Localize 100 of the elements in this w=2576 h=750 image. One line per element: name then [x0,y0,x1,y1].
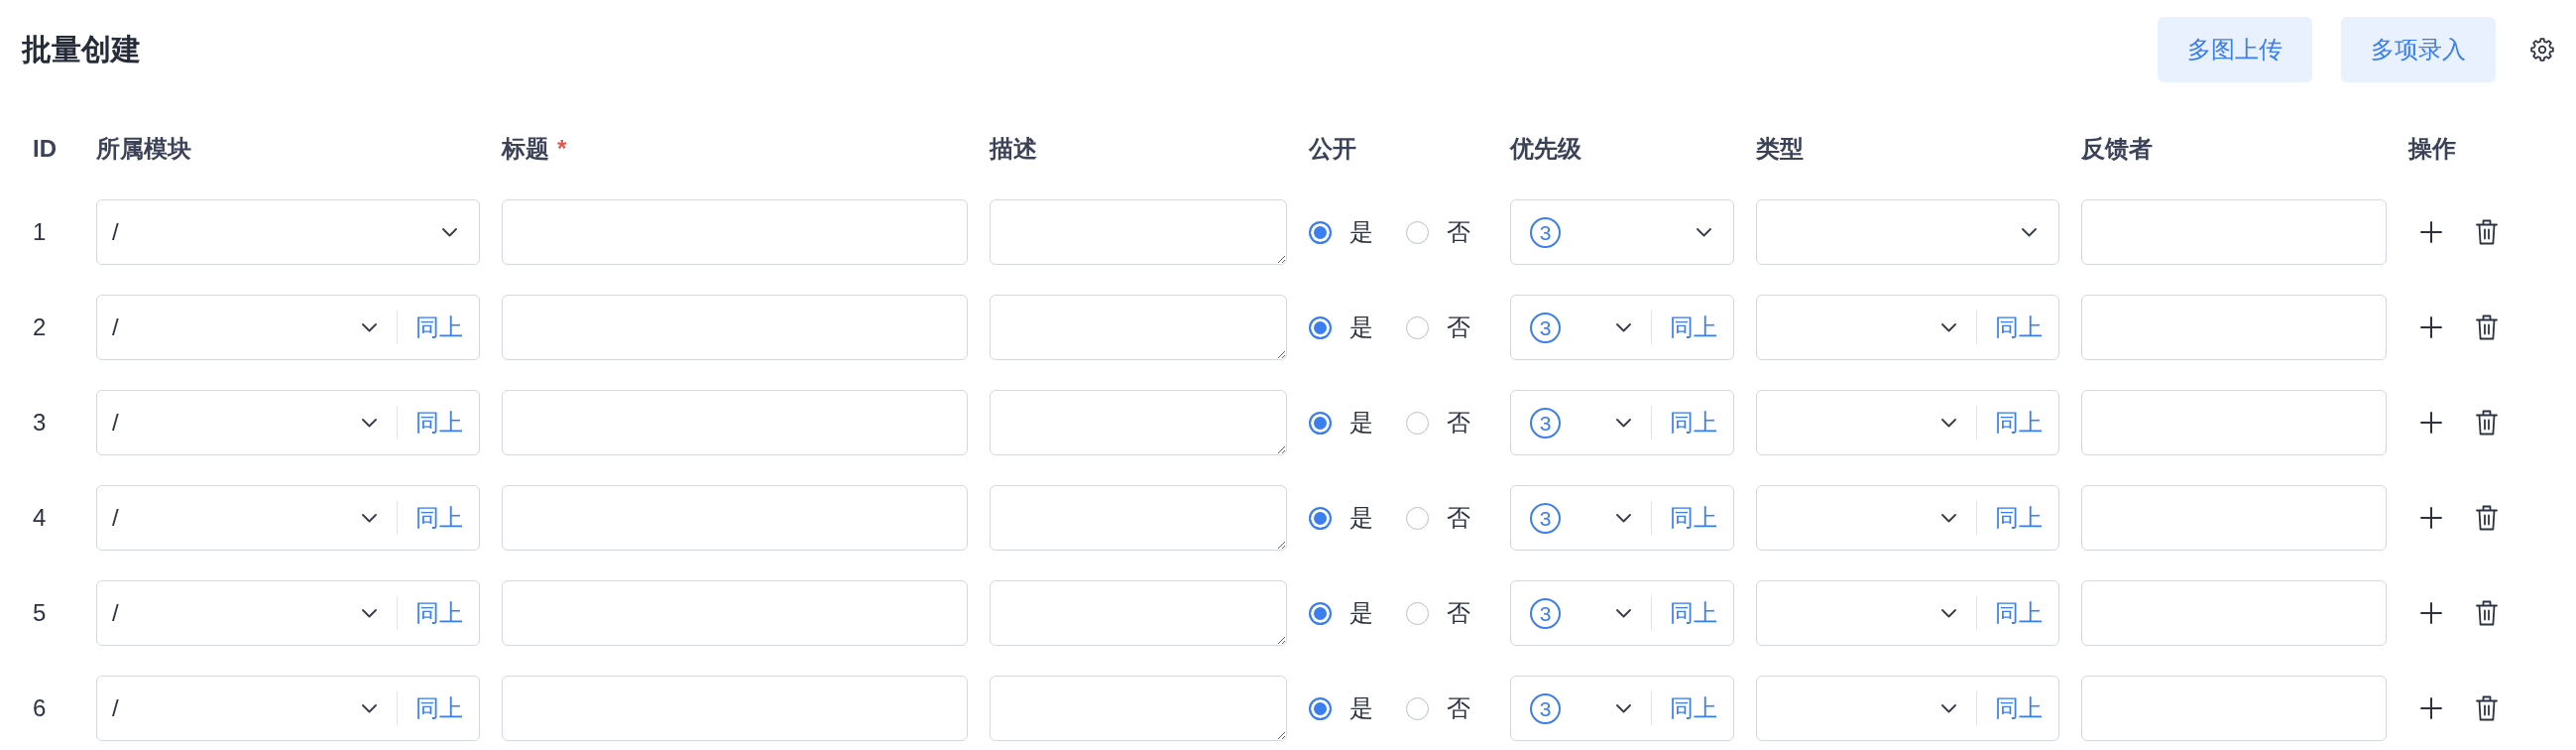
same-as-above-button[interactable]: 同上 [398,296,479,359]
radio-button[interactable] [1406,696,1429,720]
dropdown-field[interactable]: 3 同上 [1510,295,1734,360]
chevron-down-icon [361,608,377,618]
text-input-field[interactable] [502,199,968,265]
radio-label[interactable]: 是 [1349,502,1373,534]
radio-button[interactable] [1309,315,1332,339]
dropdown-field[interactable]: / [96,199,480,265]
dropdown-field[interactable]: 3 同上 [1510,580,1734,646]
same-as-above-button[interactable]: 同上 [398,391,479,454]
chevron-down-icon [361,703,377,713]
trash-icon[interactable] [2476,219,2498,245]
dropdown-field[interactable]: 同上 [1756,295,2059,360]
text-input-field[interactable] [502,390,968,455]
radio-label[interactable]: 是 [1349,597,1373,629]
dropdown-field[interactable]: 同上 [1756,485,2059,551]
dropdown-field[interactable]: / 同上 [96,295,480,360]
radio-label[interactable]: 否 [1447,502,1470,534]
dropdown-field[interactable]: / 同上 [96,580,480,646]
trash-icon[interactable] [2476,314,2498,340]
column-header: 公开 [1309,134,1356,164]
radio-button[interactable] [1309,696,1332,720]
radio-label[interactable]: 是 [1349,407,1373,438]
radio-button[interactable] [1406,411,1429,435]
dropdown-field[interactable]: / 同上 [96,676,480,741]
text-input-field[interactable] [2081,580,2387,646]
same-as-above-button[interactable]: 同上 [398,677,479,740]
same-as-above-button[interactable]: 同上 [1652,486,1733,550]
radio-button[interactable] [1406,506,1429,530]
plus-icon[interactable] [2420,221,2442,243]
dropdown-field[interactable]: 3 同上 [1510,485,1734,551]
dropdown-field[interactable]: 同上 [1756,580,2059,646]
text-input-field[interactable] [2081,485,2387,551]
dropdown-field[interactable]: 同上 [1756,676,2059,741]
plus-icon[interactable] [2420,602,2442,624]
chevron-down-icon [1615,418,1631,428]
plus-icon[interactable] [2420,697,2442,719]
same-as-above-button[interactable]: 同上 [398,581,479,645]
textarea-field[interactable] [990,390,1287,455]
radio-button[interactable] [1406,601,1429,625]
text-input-field[interactable] [502,676,968,741]
dropdown-field[interactable]: 3 同上 [1510,676,1734,741]
same-as-above-button[interactable]: 同上 [1652,581,1733,645]
textarea-field[interactable] [990,199,1287,265]
row-number: 4 [33,504,47,532]
radio-label[interactable]: 否 [1447,407,1470,438]
radio-label[interactable]: 否 [1447,216,1470,248]
same-as-above-button[interactable]: 同上 [1977,677,2058,740]
toolbar-button[interactable]: 多项录入 [2341,17,2496,82]
settings-icon[interactable] [2530,38,2554,62]
chevron-down-icon [361,322,377,332]
dropdown-field[interactable]: 3 同上 [1510,390,1734,455]
chevron-down-icon [1615,608,1631,618]
radio-button[interactable] [1309,601,1332,625]
textarea-field[interactable] [990,580,1287,646]
trash-icon[interactable] [2476,600,2498,626]
plus-icon[interactable] [2420,316,2442,338]
trash-icon[interactable] [2476,410,2498,436]
trash-icon[interactable] [2476,505,2498,531]
dropdown-field[interactable] [1756,199,2059,265]
same-as-above-button[interactable]: 同上 [1652,391,1733,454]
radio-label[interactable]: 是 [1349,312,1373,343]
text-input-field[interactable] [2081,295,2387,360]
plus-icon[interactable] [2420,412,2442,434]
radio-button[interactable] [1406,220,1429,244]
text-input-field[interactable] [502,580,968,646]
same-as-above-button[interactable]: 同上 [1977,581,2058,645]
text-input-field[interactable] [502,295,968,360]
textarea-field[interactable] [990,676,1287,741]
dropdown-field[interactable]: / 同上 [96,485,480,551]
column-header: 优先级 [1510,134,1581,164]
radio-button[interactable] [1309,411,1332,435]
radio-label[interactable]: 是 [1349,692,1373,724]
radio-button[interactable] [1309,506,1332,530]
same-as-above-button[interactable]: 同上 [1977,486,2058,550]
text-input-field[interactable] [2081,390,2387,455]
dropdown-field[interactable]: 3 [1510,199,1734,265]
same-as-above-button[interactable]: 同上 [1977,296,2058,359]
radio-button[interactable] [1309,220,1332,244]
radio-label[interactable]: 否 [1447,692,1470,724]
radio-label[interactable]: 否 [1447,312,1470,343]
same-as-above-button[interactable]: 同上 [1652,677,1733,740]
priority-badge: 3 [1530,216,1561,248]
radio-label[interactable]: 否 [1447,597,1470,629]
textarea-field[interactable] [990,295,1287,360]
column-header: 类型 [1756,134,1804,164]
toolbar-button[interactable]: 多图上传 [2158,17,2312,82]
trash-icon[interactable] [2476,695,2498,721]
text-input-field[interactable] [2081,676,2387,741]
text-input-field[interactable] [502,485,968,551]
text-input-field[interactable] [2081,199,2387,265]
textarea-field[interactable] [990,485,1287,551]
dropdown-field[interactable]: / 同上 [96,390,480,455]
radio-button[interactable] [1406,315,1429,339]
radio-label[interactable]: 是 [1349,216,1373,248]
plus-icon[interactable] [2420,507,2442,529]
same-as-above-button[interactable]: 同上 [398,486,479,550]
same-as-above-button[interactable]: 同上 [1652,296,1733,359]
dropdown-field[interactable]: 同上 [1756,390,2059,455]
same-as-above-button[interactable]: 同上 [1977,391,2058,454]
